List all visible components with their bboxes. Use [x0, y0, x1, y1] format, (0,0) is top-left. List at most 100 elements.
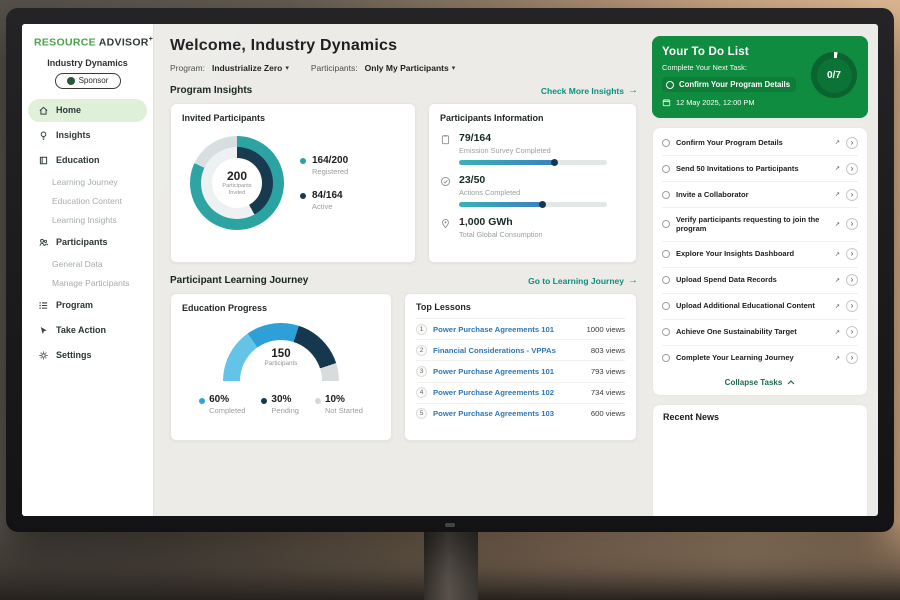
sidebar-item-learning-insights[interactable]: Learning Insights: [22, 211, 153, 230]
lesson-row[interactable]: 4 Power Purchase Agreements 102 734 view…: [416, 383, 625, 404]
card-title: Invited Participants: [182, 113, 404, 123]
checkbox-icon[interactable]: [662, 328, 670, 336]
task-row[interactable]: Upload Additional Educational Content ↗ …: [662, 294, 858, 320]
checkbox-icon[interactable]: [662, 165, 670, 173]
sidebar-item-program[interactable]: Program: [28, 294, 147, 317]
section-title: Participant Learning Journey: [170, 275, 308, 286]
external-link-icon: ↗: [835, 191, 840, 198]
chevron-right-icon[interactable]: ›: [846, 352, 858, 364]
chevron-right-icon[interactable]: ›: [846, 274, 858, 286]
legend-item-registered: 164/200 Registered: [300, 155, 348, 176]
list-icon: [38, 300, 49, 311]
lesson-link[interactable]: Power Purchase Agreements 103: [433, 409, 585, 418]
task-label: Send 50 Invitations to Participants: [676, 164, 829, 174]
next-task-label: Confirm Your Program Details: [679, 80, 790, 89]
task-label: Complete Your Learning Journey: [676, 353, 829, 363]
sidebar-nav: Home Insights Education Learning Journey…: [22, 98, 153, 368]
external-link-icon: ↗: [835, 221, 840, 228]
stat-label: Actions Completed: [459, 188, 607, 197]
sidebar-item-label: General Data: [52, 259, 103, 269]
gauge-label: Participants: [223, 360, 339, 367]
lesson-link[interactable]: Power Purchase Agreements 101: [433, 367, 585, 376]
lesson-row[interactable]: 5 Power Purchase Agreements 103 600 view…: [416, 404, 625, 424]
card-title: Education Progress: [182, 303, 380, 313]
sidebar-item-label: Learning Insights: [52, 215, 117, 225]
sidebar-item-learning-journey[interactable]: Learning Journey: [22, 173, 153, 192]
chevron-right-icon[interactable]: ›: [846, 163, 858, 175]
task-row[interactable]: Explore Your Insights Dashboard ↗ ›: [662, 242, 858, 268]
participants-information-card: Participants Information 79/164 Emission…: [428, 103, 637, 263]
external-link-icon: ↗: [835, 165, 840, 172]
legend-dot: [199, 398, 205, 404]
lesson-row[interactable]: 1 Power Purchase Agreements 101 1000 vie…: [416, 319, 625, 340]
sponsor-badge[interactable]: Sponsor: [55, 73, 121, 89]
arrow-right-icon: →: [628, 86, 638, 96]
program-select[interactable]: Industrialize Zero ▾: [212, 63, 289, 73]
next-task-row[interactable]: Confirm Your Program Details: [662, 77, 796, 92]
lesson-row[interactable]: 3 Power Purchase Agreements 101 793 view…: [416, 361, 625, 382]
external-link-icon: ↗: [835, 355, 840, 362]
chevron-right-icon[interactable]: ›: [846, 137, 858, 149]
link-label: Check More Insights: [541, 86, 624, 96]
clipboard-icon: [440, 134, 451, 145]
sidebar-item-general-data[interactable]: General Data: [22, 255, 153, 274]
task-row[interactable]: Confirm Your Program Details ↗ ›: [662, 130, 858, 156]
task-row[interactable]: Upload Spend Data Records ↗ ›: [662, 268, 858, 294]
checkbox-icon[interactable]: [662, 354, 670, 362]
legend-dot: [315, 398, 321, 404]
main-content: Welcome, Industry Dynamics Program: Indu…: [154, 24, 650, 516]
legend-dot: [300, 158, 306, 164]
checkbox-icon[interactable]: [662, 302, 670, 310]
chevron-right-icon[interactable]: ›: [846, 189, 858, 201]
recent-news-card: Recent News: [652, 404, 868, 517]
participants-select[interactable]: Only My Participants ▾: [365, 63, 456, 73]
checkbox-icon[interactable]: [662, 139, 670, 147]
lesson-views: 734 views: [591, 388, 625, 397]
chevron-right-icon[interactable]: ›: [846, 248, 858, 260]
sidebar-item-settings[interactable]: Settings: [28, 344, 147, 367]
task-label: Achieve One Sustainability Target: [676, 327, 829, 337]
task-label: Invite a Collaborator: [676, 190, 829, 200]
sidebar-item-insights[interactable]: Insights: [28, 124, 147, 147]
task-row[interactable]: Achieve One Sustainability Target ↗ ›: [662, 320, 858, 346]
donut-legend: 164/200 Registered 84/164 Active: [300, 155, 348, 211]
chevron-right-icon[interactable]: ›: [846, 218, 858, 230]
stat-value: 1,000 GWh: [459, 216, 543, 228]
task-row[interactable]: Complete Your Learning Journey ↗ ›: [662, 346, 858, 371]
lesson-link[interactable]: Power Purchase Agreements 101: [433, 325, 581, 334]
legend-label: Registered: [312, 167, 348, 176]
sidebar-item-education[interactable]: Education: [28, 149, 147, 172]
go-to-learning-journey-link[interactable]: Go to Learning Journey →: [528, 276, 638, 286]
legend-dot: [300, 193, 306, 199]
lesson-link[interactable]: Financial Considerations - VPPAs: [433, 346, 585, 355]
lightbulb-icon: [38, 130, 49, 141]
sidebar-item-participants[interactable]: Participants: [28, 231, 147, 254]
chevron-up-icon: [787, 380, 795, 385]
checkbox-icon[interactable]: [666, 81, 674, 89]
checkbox-icon[interactable]: [662, 250, 670, 258]
logo-advisor: ADVISOR: [99, 37, 149, 49]
task-row[interactable]: Invite a Collaborator ↗ ›: [662, 182, 858, 208]
checkbox-icon[interactable]: [662, 220, 670, 228]
progress-fill: [459, 202, 545, 207]
donut-center-label: Participants Invited: [217, 183, 257, 197]
sidebar-item-education-content[interactable]: Education Content: [22, 192, 153, 211]
task-row[interactable]: Verify participants requesting to join t…: [662, 208, 858, 242]
sidebar-item-manage-participants[interactable]: Manage Participants: [22, 274, 153, 293]
chevron-right-icon[interactable]: ›: [846, 326, 858, 338]
check-more-insights-link[interactable]: Check More Insights →: [541, 86, 638, 96]
lesson-row[interactable]: 2 Financial Considerations - VPPAs 803 v…: [416, 340, 625, 361]
checkbox-icon[interactable]: [662, 191, 670, 199]
sidebar-item-label: Program: [56, 300, 93, 310]
collapse-label: Collapse Tasks: [725, 378, 783, 387]
sidebar-item-take-action[interactable]: Take Action: [28, 319, 147, 342]
sidebar-item-home[interactable]: Home: [28, 99, 147, 122]
chevron-right-icon[interactable]: ›: [846, 300, 858, 312]
task-row[interactable]: Send 50 Invitations to Participants ↗ ›: [662, 156, 858, 182]
lesson-link[interactable]: Power Purchase Agreements 102: [433, 388, 585, 397]
lesson-views: 1000 views: [587, 325, 625, 334]
collapse-tasks-button[interactable]: Collapse Tasks: [662, 371, 858, 392]
stat-label: Total Global Consumption: [459, 230, 543, 239]
checkbox-icon[interactable]: [662, 276, 670, 284]
lesson-views: 803 views: [591, 346, 625, 355]
